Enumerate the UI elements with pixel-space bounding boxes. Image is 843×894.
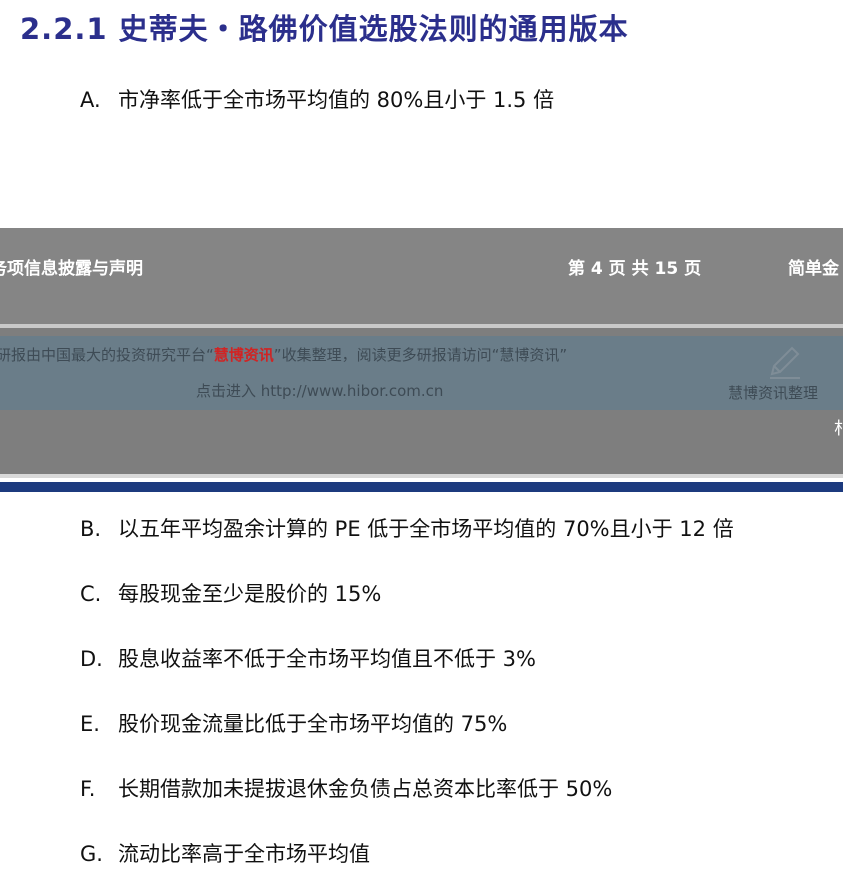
rule-item-d: D. 股息收益率不低于全市场平均值且不低于 3% <box>80 643 536 673</box>
rule-text: 长期借款加未提拔退休金负债占总资本比率低于 50% <box>118 777 613 801</box>
rule-letter: G. <box>80 842 103 866</box>
rule-text: 股价现金流量比低于全市场平均值的 75% <box>118 712 508 736</box>
rule-letter: F. <box>80 777 96 801</box>
band-bottom-line <box>0 474 843 478</box>
footer-bar: 务项信息披露与声明 第 4 页 共 15 页 简单金 <box>0 228 843 324</box>
rule-text: 股息收益率不低于全市场平均值且不低于 3% <box>118 647 536 671</box>
rule-letter: B. <box>80 517 102 541</box>
rule-text: 流动比率高于全市场平均值 <box>118 842 370 866</box>
footer-right-text: 简单金 <box>788 259 839 279</box>
watermark-signature: 慧博资讯整理 <box>728 384 819 402</box>
rule-item-b: B. 以五年平均盈余计算的 PE 低于全市场平均值的 70%且小于 12 倍 <box>80 513 734 543</box>
rule-letter: D. <box>80 647 103 671</box>
rule-text: 每股现金至少是股价的 15% <box>118 582 382 606</box>
band-edge-text: 朴 <box>834 419 843 439</box>
footer-separator <box>0 324 843 328</box>
pen-icon <box>770 346 800 379</box>
page-footer-band: 务项信息披露与声明 第 4 页 共 15 页 简单金 研报由中国最大的投资研究平… <box>0 228 843 478</box>
header-blue-bar <box>0 482 843 492</box>
watermark-line1: 研报由中国最大的投资研究平台“慧博资讯”收集整理，阅读更多研报请访问“慧博资讯” <box>0 346 568 364</box>
page-heading: 2.2.1 史蒂夫・路佛价值选股法则的通用版本 <box>20 12 629 46</box>
watermark-banner[interactable]: 研报由中国最大的投资研究平台“慧博资讯”收集整理，阅读更多研报请访问“慧博资讯”… <box>0 336 843 410</box>
watermark-link[interactable]: 点击进入 http://www.hibor.com.cn <box>196 380 443 401</box>
rule-letter: E. <box>80 712 100 736</box>
rule-letter: C. <box>80 582 102 606</box>
footer-disclosure-text: 务项信息披露与声明 <box>0 259 143 279</box>
rule-item-g: G. 流动比率高于全市场平均值 <box>80 838 370 868</box>
rule-letter: A. <box>80 88 101 112</box>
footer-page-number: 第 4 页 共 15 页 <box>568 259 702 279</box>
rule-item-f: F. 长期借款加未提拔退休金负债占总资本比率低于 50% <box>80 773 612 803</box>
rule-item-a: A. 市净率低于全市场平均值的 80%且小于 1.5 倍 <box>80 84 554 114</box>
watermark-brand: 慧博资讯 <box>213 346 274 364</box>
rule-text: 市净率低于全市场平均值的 80%且小于 1.5 倍 <box>118 88 555 112</box>
rule-item-e: E. 股价现金流量比低于全市场平均值的 75% <box>80 708 507 738</box>
rule-item-c: C. 每股现金至少是股价的 15% <box>80 578 381 608</box>
rule-text: 以五年平均盈余计算的 PE 低于全市场平均值的 70%且小于 12 倍 <box>118 517 734 541</box>
